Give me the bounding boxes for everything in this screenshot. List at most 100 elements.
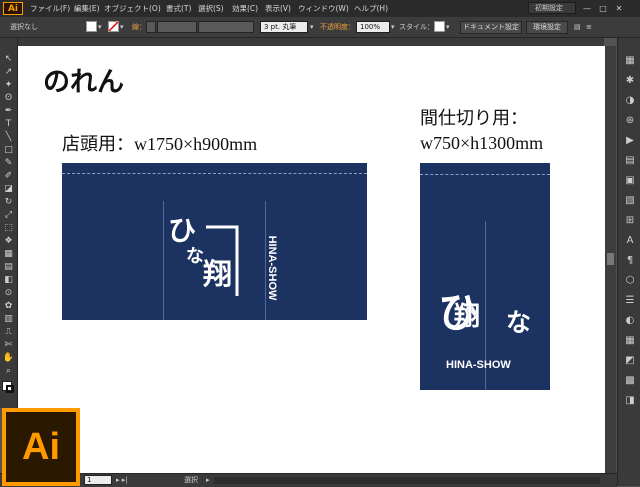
panel-menu-icon[interactable]: ≡ [586,22,592,32]
eraser-tool-icon[interactable]: ◪ [2,184,15,195]
document-setup-button[interactable]: ドキュメント設定 [460,21,522,34]
menu-type[interactable]: 書式(T) [166,3,191,14]
links-panel-icon[interactable]: ▤ [622,154,638,168]
control-bar: 選択なし ▾ ▾ 線： 3 pt. 丸筆 ▾ 不透明度： 100% ▾ スタイル… [0,17,640,38]
free-transform-tool-icon[interactable]: ⬚ [2,223,15,234]
graphic-styles-panel-icon[interactable]: ▣ [622,174,638,188]
menu-edit[interactable]: 編集(E) [74,3,100,14]
tools-panel: ↖ ↗ ✦ ʘ ✒ T ╲ □ ✎ ✐ ◪ ↻ ⤢ ⬚ ❖ ▦ ▤ ◧ ⊙ ✿ … [0,38,18,408]
lasso-tool-icon[interactable]: ʘ [2,93,15,104]
opacity-field[interactable]: 100% [356,21,390,33]
color-guide-panel-icon[interactable]: ✱ [622,74,638,88]
artboard-title: のれん [43,67,124,97]
menu-effect[interactable]: 効果(C) [232,3,258,14]
layers-panel-icon[interactable]: ⬡ [622,274,638,288]
partition-brand-kanji: 翔 [454,302,481,332]
opacity-dropdown-icon[interactable]: ▾ [391,22,395,32]
gradient-tool-icon[interactable]: ◧ [2,275,15,286]
artboard-number-field[interactable]: 1 [84,475,112,485]
pen-tool-icon[interactable]: ✒ [2,106,15,117]
shape-builder-tool-icon[interactable]: ❖ [2,236,15,247]
pencil-tool-icon[interactable]: ✐ [2,171,15,182]
symbols-panel-icon[interactable]: ⊛ [622,114,638,128]
menu-object[interactable]: オブジェクト(O) [104,3,161,14]
stroke-swatch[interactable] [108,21,119,32]
menu-select[interactable]: 選択(S) [198,3,224,14]
illustrator-logo-icon: Ai [2,408,80,486]
maximize-icon[interactable]: □ [596,3,610,14]
pathfinder-panel-icon[interactable]: ▩ [622,374,638,388]
minimize-icon[interactable]: — [580,3,594,14]
current-tool-status: 選択 [184,476,198,484]
mesh-tool-icon[interactable]: ▤ [2,262,15,273]
opacity-label[interactable]: 不透明度： [320,22,355,32]
transform-panel-icon[interactable]: ◨ [622,394,638,408]
style-dropdown-icon[interactable]: ▾ [446,22,450,32]
brush-definition[interactable]: 3 pt. 丸筆 [260,21,308,33]
appearance-panel-icon[interactable]: ▧ [622,194,638,208]
close-icon[interactable]: ✕ [612,3,626,14]
app-logo-icon: Ai [3,2,23,15]
artboards-panel-icon[interactable]: ☰ [622,294,638,308]
preferences-button[interactable]: 環境設定 [526,21,568,34]
selection-tool-icon[interactable]: ↖ [2,54,15,65]
brush-dropdown-icon[interactable]: ▾ [310,22,314,32]
color-panel-icon[interactable]: ▦ [622,54,638,68]
store-noren-slit-left [163,201,164,320]
scale-tool-icon[interactable]: ⤢ [2,210,15,221]
graph-tool-icon[interactable]: ▥ [2,314,15,325]
menu-bar: Ai ファイル(F) 編集(E) オブジェクト(O) 書式(T) 選択(S) 効… [0,0,640,17]
partition-noren-heading-line1: 間仕切り用： [420,108,528,128]
gradient-panel-icon[interactable]: ◩ [622,354,638,368]
menu-file[interactable]: ファイル(F) [30,3,70,14]
character-panel-icon[interactable]: A [622,234,638,248]
paragraph-panel-icon[interactable]: ¶ [622,254,638,268]
paintbrush-tool-icon[interactable]: ✎ [2,158,15,169]
type-tool-icon[interactable]: T [2,119,15,130]
menu-window[interactable]: ウィンドウ(W) [298,3,349,14]
hand-tool-icon[interactable]: ✋ [2,353,15,364]
stroke-dropdown-icon[interactable]: ▾ [120,22,124,32]
rotate-tool-icon[interactable]: ↻ [2,197,15,208]
variable-width-profile[interactable] [198,21,254,33]
rectangle-tool-icon[interactable]: □ [2,145,15,156]
status-menu-icon[interactable]: ▸ [206,475,210,486]
magic-wand-tool-icon[interactable]: ✦ [2,80,15,91]
symbol-sprayer-tool-icon[interactable]: ✿ [2,301,15,312]
artboard-canvas[interactable]: のれん 店頭用：w1750×h900mm ひ な 翔 HINA-SHOW 間仕切… [18,46,605,473]
stroke-panel-icon[interactable]: ▦ [622,334,638,348]
menu-view[interactable]: 表示(V) [265,3,291,14]
status-bar: 1 ▸ ▸| 選択 ▸ [0,473,617,487]
store-noren[interactable]: ひ な 翔 HINA-SHOW [62,163,367,320]
stroke-label[interactable]: 線： [132,22,146,32]
transparency-panel-icon[interactable]: ◐ [622,314,638,328]
blend-tool-icon[interactable]: ⊙ [2,288,15,299]
slice-tool-icon[interactable]: ✄ [2,340,15,351]
document-tab-strip [18,38,604,46]
artboard-tool-icon[interactable]: ⎍ [2,327,15,338]
swatches-panel-icon[interactable]: ◑ [622,94,638,108]
align-panel-icon[interactable]: ⊞ [622,214,638,228]
artboard-nav-icon[interactable]: ▸ ▸| [116,475,128,486]
fill-swatch[interactable] [86,21,97,32]
perspective-grid-tool-icon[interactable]: ▦ [2,249,15,260]
vertical-scrollbar-thumb[interactable] [607,253,614,265]
workspace-switcher[interactable]: 初期設定 [528,2,576,14]
zoom-tool-icon[interactable]: ⌕ [2,366,15,377]
actions-panel-icon[interactable]: ▶ [622,134,638,148]
graphic-style-swatch[interactable] [434,21,445,32]
stroke-color-icon[interactable] [6,385,14,393]
horizontal-scrollbar[interactable] [214,477,600,484]
arrange-documents-icon[interactable]: ▤ [574,22,581,32]
stroke-weight-stepper[interactable] [146,21,156,33]
stroke-weight-field[interactable] [157,21,197,33]
partition-noren-heading-line2: w750×h1300mm [420,133,544,153]
line-tool-icon[interactable]: ╲ [2,132,15,143]
partition-noren[interactable]: ひ 翔 な HINA-SHOW [420,163,550,390]
partition-brand-roman: HINA-SHOW [446,359,511,371]
fill-dropdown-icon[interactable]: ▾ [98,22,102,32]
menu-help[interactable]: ヘルプ(H) [354,3,388,14]
store-brand-hiragana-hi: ひ [168,214,197,247]
direct-selection-tool-icon[interactable]: ↗ [2,67,15,78]
store-noren-hem-line [62,173,367,174]
